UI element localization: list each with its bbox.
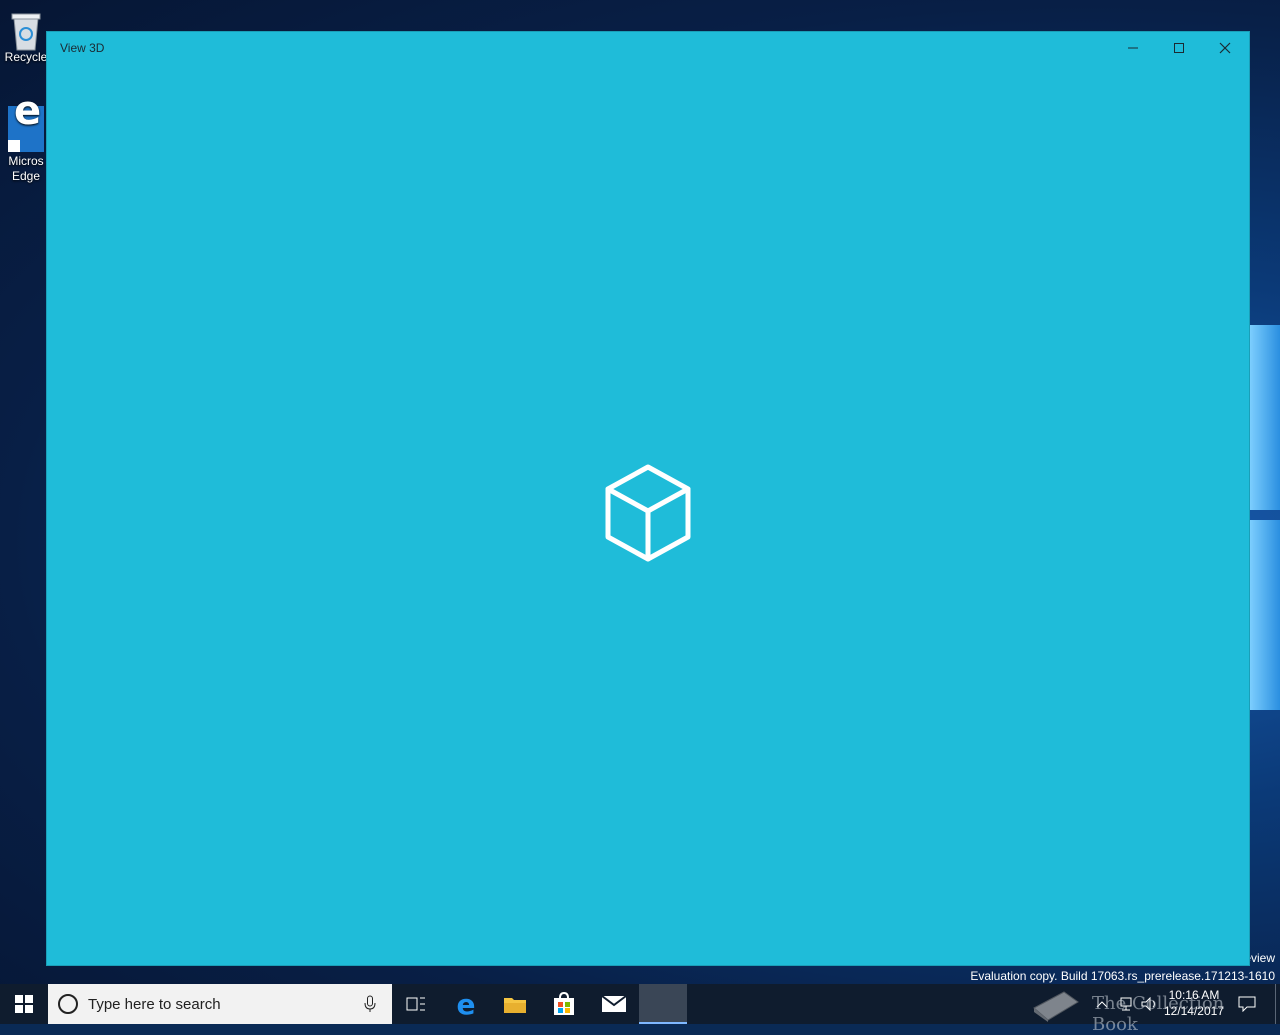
action-center-button[interactable] bbox=[1232, 984, 1262, 1024]
start-icon bbox=[15, 995, 33, 1013]
desktop-icon-recycle-bin[interactable]: Recycle bbox=[4, 8, 48, 65]
store-icon bbox=[554, 992, 574, 1015]
network-icon bbox=[1120, 997, 1132, 1011]
clock[interactable]: 10:16 AM 12/14/2017 bbox=[1164, 987, 1224, 1019]
volume-button[interactable] bbox=[1139, 984, 1161, 1024]
show-desktop-button[interactable] bbox=[1275, 984, 1280, 1024]
maximize-button[interactable] bbox=[1156, 32, 1202, 64]
mail-button[interactable] bbox=[590, 984, 638, 1024]
search-input[interactable]: Type here to search bbox=[88, 996, 221, 1013]
close-button[interactable] bbox=[1202, 32, 1248, 64]
notification-icon bbox=[1238, 996, 1256, 1012]
watermark-evaluation: Evaluation copy. Build 17063.rs_prerelea… bbox=[970, 969, 1275, 983]
start-button[interactable] bbox=[0, 984, 48, 1024]
store-button[interactable] bbox=[540, 984, 588, 1024]
network-button[interactable] bbox=[1115, 984, 1137, 1024]
clock-date: 12/14/2017 bbox=[1163, 1004, 1224, 1018]
microphone-icon[interactable] bbox=[364, 995, 376, 1013]
minimize-button[interactable] bbox=[1110, 32, 1156, 64]
chevron-up-icon bbox=[1096, 1001, 1108, 1008]
close-icon bbox=[1219, 42, 1231, 54]
edge-label-1: Micros bbox=[8, 154, 44, 168]
show-hidden-icons-button[interactable] bbox=[1090, 984, 1114, 1024]
recycle-bin-icon bbox=[6, 8, 46, 51]
mail-icon bbox=[601, 995, 627, 1012]
minimize-icon bbox=[1128, 47, 1138, 49]
book-icon bbox=[1033, 991, 1079, 1022]
maximize-icon bbox=[1174, 43, 1184, 53]
cortana-icon bbox=[58, 994, 78, 1014]
cube-icon bbox=[602, 463, 694, 563]
window-title: View 3D bbox=[60, 41, 105, 55]
desktop-icon-edge[interactable]: e Micros Edge bbox=[4, 91, 48, 184]
task-view-icon bbox=[406, 997, 425, 1011]
task-view-button[interactable] bbox=[392, 984, 440, 1024]
windows-logo-wallpaper bbox=[1249, 310, 1280, 710]
clock-time: 10:16 AM bbox=[1168, 988, 1220, 1002]
edge-icon: e bbox=[8, 91, 44, 152]
view3d-taskbar-button[interactable] bbox=[639, 984, 687, 1024]
view3d-window: View 3D bbox=[47, 32, 1249, 965]
recycle-bin-label: Recycle bbox=[4, 50, 48, 64]
search-box[interactable]: Type here to search bbox=[48, 984, 392, 1024]
volume-icon bbox=[1141, 997, 1155, 1011]
edge-label-2: Edge bbox=[11, 169, 41, 183]
taskbar-edge-button[interactable]: e bbox=[442, 984, 490, 1024]
edge-icon: e bbox=[456, 987, 476, 1021]
file-explorer-button[interactable] bbox=[491, 984, 539, 1024]
file-explorer-icon bbox=[504, 998, 526, 1013]
title-bar[interactable]: View 3D bbox=[47, 32, 1249, 64]
